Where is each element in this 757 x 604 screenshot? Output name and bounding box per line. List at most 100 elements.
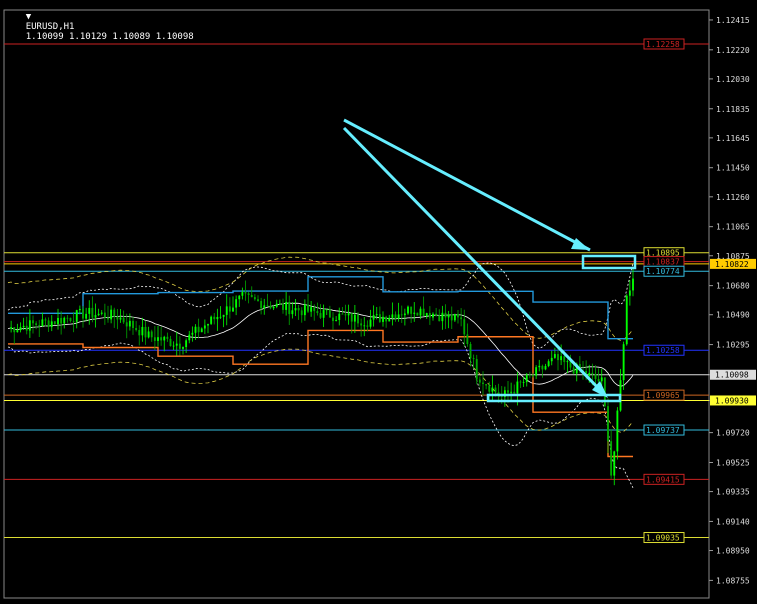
- candle-body-142: [450, 314, 453, 321]
- candle-body-109: [347, 313, 350, 316]
- candle-body-72: [232, 307, 234, 312]
- candle-body-119: [378, 314, 381, 322]
- candle-body-99: [316, 311, 319, 314]
- level-badge-text-3: 1.10822: [715, 260, 749, 269]
- level-label-4: 1.10774: [646, 267, 680, 276]
- candle-body-150: [475, 359, 478, 380]
- candle-body-26: [88, 307, 91, 314]
- price-tick-label-6: 1.11260: [716, 193, 750, 202]
- candle-body-22: [75, 310, 78, 322]
- price-tick-label-7: 1.11065: [716, 223, 750, 232]
- candle-body-127: [403, 313, 406, 316]
- candle-body-136: [432, 313, 434, 318]
- candle-body-46: [150, 331, 153, 338]
- candle-body-177: [560, 356, 563, 361]
- candle-body-1: [10, 327, 13, 329]
- candle-body-76: [244, 292, 247, 294]
- candle-body-174: [550, 357, 553, 362]
- candle-body-194: [613, 451, 616, 476]
- price-tick-label-16: 1.09335: [716, 488, 750, 497]
- candle-body-28: [94, 315, 97, 318]
- candle-body-66: [213, 316, 216, 320]
- candle-body-100: [319, 313, 322, 318]
- candle-body-63: [203, 325, 206, 329]
- candle-body-171: [541, 365, 544, 370]
- candle-body-124: [394, 314, 397, 319]
- candle-body-83: [266, 305, 269, 307]
- candle-body-123: [391, 314, 394, 318]
- candle-body-175: [553, 354, 556, 358]
- candle-body-120: [382, 316, 384, 322]
- candle-body-2: [13, 327, 16, 333]
- candle-body-135: [428, 313, 431, 318]
- price-tick-label-2: 1.12030: [716, 75, 750, 84]
- candle-body-24: [82, 308, 84, 319]
- price-chart: 1.12415 1.12220 1.12030 1.11835 1.11645 1.114…: [0, 0, 757, 600]
- price-tick-label-11: 1.10295: [716, 341, 750, 350]
- candle-body-92: [294, 308, 297, 311]
- level-label-5: 1.10258: [646, 346, 680, 355]
- candle-body-186: [588, 372, 591, 376]
- candle-body-39: [128, 320, 131, 327]
- candle-body-189: [597, 379, 600, 382]
- candle-body-146: [463, 319, 466, 335]
- candle-body-86: [275, 303, 278, 307]
- candle-body-15: [53, 321, 56, 325]
- candle-body-155: [491, 387, 494, 392]
- candle-body-114: [363, 325, 366, 327]
- candle-body-197: [622, 344, 625, 381]
- candle-body-111: [353, 314, 356, 322]
- candle-body-139: [441, 312, 444, 322]
- candle-body-172: [544, 366, 547, 370]
- candle-body-131: [416, 312, 419, 316]
- candle-body-178: [563, 356, 566, 363]
- candle-body-3: [16, 330, 19, 333]
- price-tick-label-10: 1.10490: [716, 311, 750, 320]
- candle-body-38: [125, 322, 128, 327]
- candle-body-49: [160, 337, 163, 341]
- level-label-0: 1.12258: [646, 40, 680, 49]
- candle-body-145: [460, 317, 463, 320]
- candle-body-113: [360, 323, 363, 326]
- candle-body-9: [35, 323, 38, 325]
- candle-body-5: [22, 325, 25, 328]
- candle-body-164: [519, 381, 522, 383]
- candle-body-187: [591, 372, 594, 375]
- candle-body-40: [132, 320, 134, 329]
- candle-body-19: [66, 317, 69, 319]
- level-label-7: 1.09965: [646, 391, 680, 400]
- candle-body-53: [172, 345, 175, 347]
- candle-body-169: [535, 367, 538, 376]
- candle-body-116: [369, 319, 372, 327]
- candle-body-122: [388, 317, 391, 322]
- candle-body-45: [147, 331, 150, 338]
- candle-body-89: [285, 301, 288, 310]
- candle-body-12: [44, 319, 47, 321]
- candle-body-32: [107, 317, 109, 320]
- chart-root: 1.12415 1.12220 1.12030 1.11835 1.11645 1.114…: [0, 0, 757, 600]
- candle-body-34: [113, 309, 116, 317]
- candle-body-104: [332, 317, 334, 322]
- candle-body-176: [557, 354, 559, 361]
- candle-body-93: [297, 308, 300, 311]
- candle-body-82: [263, 305, 266, 309]
- candle-body-129: [410, 306, 413, 314]
- candle-body-154: [488, 385, 491, 392]
- candle-body-48: [157, 337, 159, 341]
- candle-body-88: [282, 303, 284, 310]
- candle-body-152: [482, 382, 484, 385]
- candle-body-143: [453, 313, 456, 321]
- candle-body-102: [325, 309, 328, 311]
- candle-body-59: [191, 332, 194, 335]
- candle-body-55: [178, 343, 181, 349]
- price-tick-label-18: 1.08950: [716, 547, 750, 556]
- candle-body-147: [466, 334, 469, 345]
- dropdown-arrow-icon[interactable]: ▼: [26, 12, 31, 22]
- candle-body-8: [32, 320, 34, 324]
- candle-body-168: [532, 375, 534, 377]
- candle-body-68: [219, 316, 222, 318]
- price-tick-label-3: 1.11835: [716, 105, 750, 114]
- candle-body-54: [175, 343, 178, 346]
- candle-body-101: [322, 310, 325, 318]
- level-label-10: 1.09415: [646, 475, 680, 484]
